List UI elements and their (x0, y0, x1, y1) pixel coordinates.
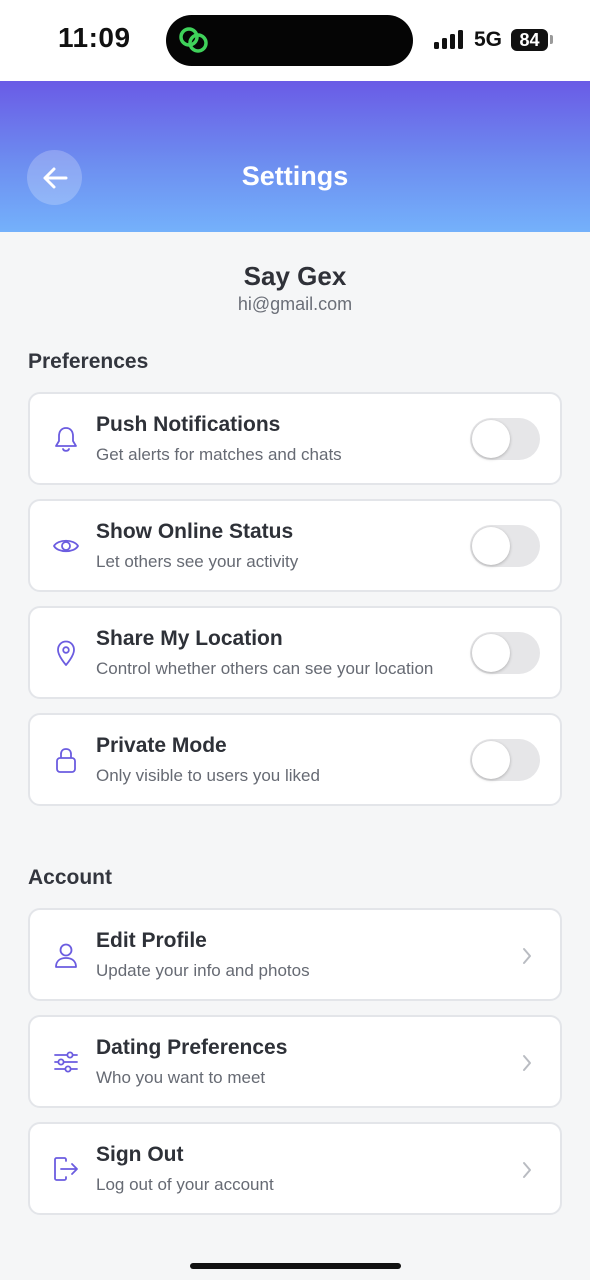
setting-subtitle: Get alerts for matches and chats (96, 445, 342, 464)
page-title: Settings (241, 161, 349, 191)
toggle-knob (472, 420, 510, 458)
account-edit-profile[interactable]: Edit Profile Update your info and photos (28, 908, 562, 1001)
setting-subtitle: Only visible to users you liked (96, 766, 320, 785)
account-item-subtitle: Update your info and photos (96, 961, 310, 980)
online-status-toggle[interactable] (470, 525, 540, 567)
account-item-title: Edit Profile (96, 929, 207, 952)
account-sign-out[interactable]: Sign Out Log out of your account (28, 1122, 562, 1215)
setting-private-mode: Private Mode Only visible to users you l… (28, 713, 562, 806)
setting-show-online-status: Show Online Status Let others see your a… (28, 499, 562, 592)
profile-name: Say Gex (243, 261, 347, 291)
status-time: 11:09 (58, 22, 131, 53)
dynamic-island (166, 15, 413, 66)
battery-icon: 84 (511, 29, 548, 51)
chevron-right-icon (523, 948, 531, 964)
sign-out-icon (52, 1155, 80, 1183)
share-location-toggle[interactable] (470, 632, 540, 674)
user-icon (52, 941, 80, 969)
private-mode-toggle[interactable] (470, 739, 540, 781)
setting-subtitle: Control whether others can see your loca… (96, 659, 434, 678)
push-notifications-toggle[interactable] (470, 418, 540, 460)
location-pin-icon (52, 639, 80, 667)
battery-tip (550, 35, 553, 44)
home-indicator[interactable] (190, 1263, 401, 1269)
sliders-icon (52, 1048, 80, 1076)
eye-icon (52, 532, 80, 560)
settings-header: Settings (0, 81, 590, 232)
account-item-title: Dating Preferences (96, 1036, 288, 1059)
toggle-knob (472, 741, 510, 779)
account-item-title: Sign Out (96, 1143, 184, 1166)
signal-icon (434, 30, 463, 49)
setting-title: Show Online Status (96, 520, 294, 543)
setting-title: Private Mode (96, 734, 227, 757)
toggle-knob (472, 527, 510, 565)
setting-subtitle: Let others see your activity (96, 552, 299, 571)
setting-push-notifications: Push Notifications Get alerts for matche… (28, 392, 562, 485)
link-icon (179, 27, 208, 53)
setting-share-location: Share My Location Control whether others… (28, 606, 562, 699)
section-title-account: Account (28, 866, 112, 889)
setting-title: Push Notifications (96, 413, 281, 436)
chevron-right-icon (523, 1055, 531, 1071)
setting-title: Share My Location (96, 627, 283, 650)
profile-email: hi@gmail.com (237, 294, 353, 314)
account-dating-preferences[interactable]: Dating Preferences Who you want to meet (28, 1015, 562, 1108)
account-item-subtitle: Who you want to meet (96, 1068, 266, 1087)
bell-icon (52, 425, 80, 453)
network-type: 5G (474, 28, 503, 51)
chevron-right-icon (523, 1162, 531, 1178)
account-item-subtitle: Log out of your account (96, 1175, 274, 1194)
section-title-preferences: Preferences (28, 350, 149, 373)
status-bar: 11:09 5G 84 (0, 0, 590, 81)
lock-icon (52, 746, 80, 774)
toggle-knob (472, 634, 510, 672)
